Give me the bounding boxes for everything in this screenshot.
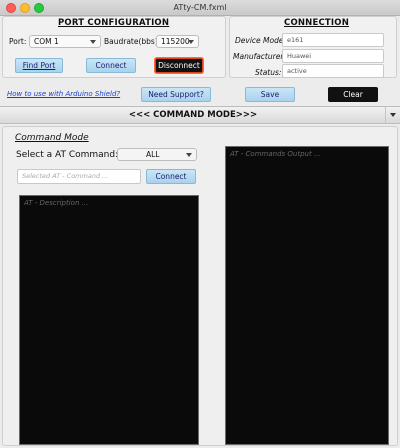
device-model-field: e161 bbox=[282, 33, 384, 47]
selected-command-placeholder: Selected AT - Command ... bbox=[22, 172, 109, 180]
port-label: Port: bbox=[9, 37, 27, 46]
save-button[interactable]: Save bbox=[245, 87, 295, 102]
command-mode-title-text: Command Mode bbox=[15, 133, 89, 143]
command-filter-select[interactable]: ALL bbox=[117, 148, 197, 161]
output-console[interactable]: AT - Commands Output ... bbox=[225, 146, 389, 445]
chevron-down-icon bbox=[186, 153, 192, 157]
connection-panel: CONNECTION Device Model: e161 Manufactur… bbox=[229, 16, 397, 78]
port-select[interactable]: COM 1 bbox=[29, 35, 101, 48]
command-mode-panel: Command Mode Select a AT Command: ALL Se… bbox=[2, 126, 398, 446]
window-title: ATty-CM.fxml bbox=[173, 3, 227, 12]
description-placeholder: AT - Description ... bbox=[24, 199, 89, 207]
status-field: active bbox=[282, 64, 384, 78]
manufacturer-label: Manufacturer: bbox=[233, 52, 286, 61]
need-support-button[interactable]: Need Support? bbox=[141, 87, 211, 102]
find-port-button[interactable]: Find Port bbox=[15, 58, 63, 73]
description-console[interactable]: AT - Description ... bbox=[19, 195, 199, 445]
chevron-down-icon[interactable] bbox=[390, 113, 396, 117]
select-command-label: Select a AT Command: bbox=[16, 150, 119, 160]
baudrate-select[interactable]: 115200 bbox=[156, 35, 199, 48]
connection-title: CONNECTION bbox=[284, 18, 350, 28]
chevron-down-icon bbox=[188, 40, 194, 44]
mode-selector-bar[interactable]: <<< COMMAND MODE>>> bbox=[0, 106, 400, 124]
arduino-help-link[interactable]: How to use with Arduino Shield? bbox=[7, 90, 120, 98]
command-filter-value: ALL bbox=[146, 150, 160, 159]
disconnect-button[interactable]: Disconnect bbox=[155, 58, 203, 73]
status-label: Status: bbox=[255, 68, 282, 77]
clear-button[interactable]: Clear bbox=[328, 87, 378, 102]
command-mode-title: Command Mode bbox=[15, 133, 89, 143]
connect-port-button[interactable]: Connect bbox=[86, 58, 136, 73]
window-titlebar: ATty-CM.fxml bbox=[0, 0, 400, 16]
manufacturer-field: Huawei bbox=[282, 49, 384, 63]
chevron-down-icon bbox=[90, 40, 96, 44]
port-select-value: COM 1 bbox=[34, 37, 59, 46]
command-connect-button[interactable]: Connect bbox=[146, 169, 196, 184]
baudrate-label: Baudrate(bbs): bbox=[104, 37, 161, 46]
baudrate-select-value: 115200 bbox=[161, 37, 190, 46]
mode-selector-divider bbox=[385, 107, 386, 123]
device-model-label: Device Model: bbox=[235, 36, 289, 45]
port-configuration-title: PORT CONFIGURATION bbox=[58, 18, 170, 28]
selected-command-input[interactable]: Selected AT - Command ... bbox=[17, 169, 141, 184]
port-configuration-panel: PORT CONFIGURATION Port: COM 1 Baudrate(… bbox=[2, 16, 226, 78]
output-placeholder: AT - Commands Output ... bbox=[230, 150, 321, 158]
mode-selector-label: <<< COMMAND MODE>>> bbox=[128, 110, 258, 120]
